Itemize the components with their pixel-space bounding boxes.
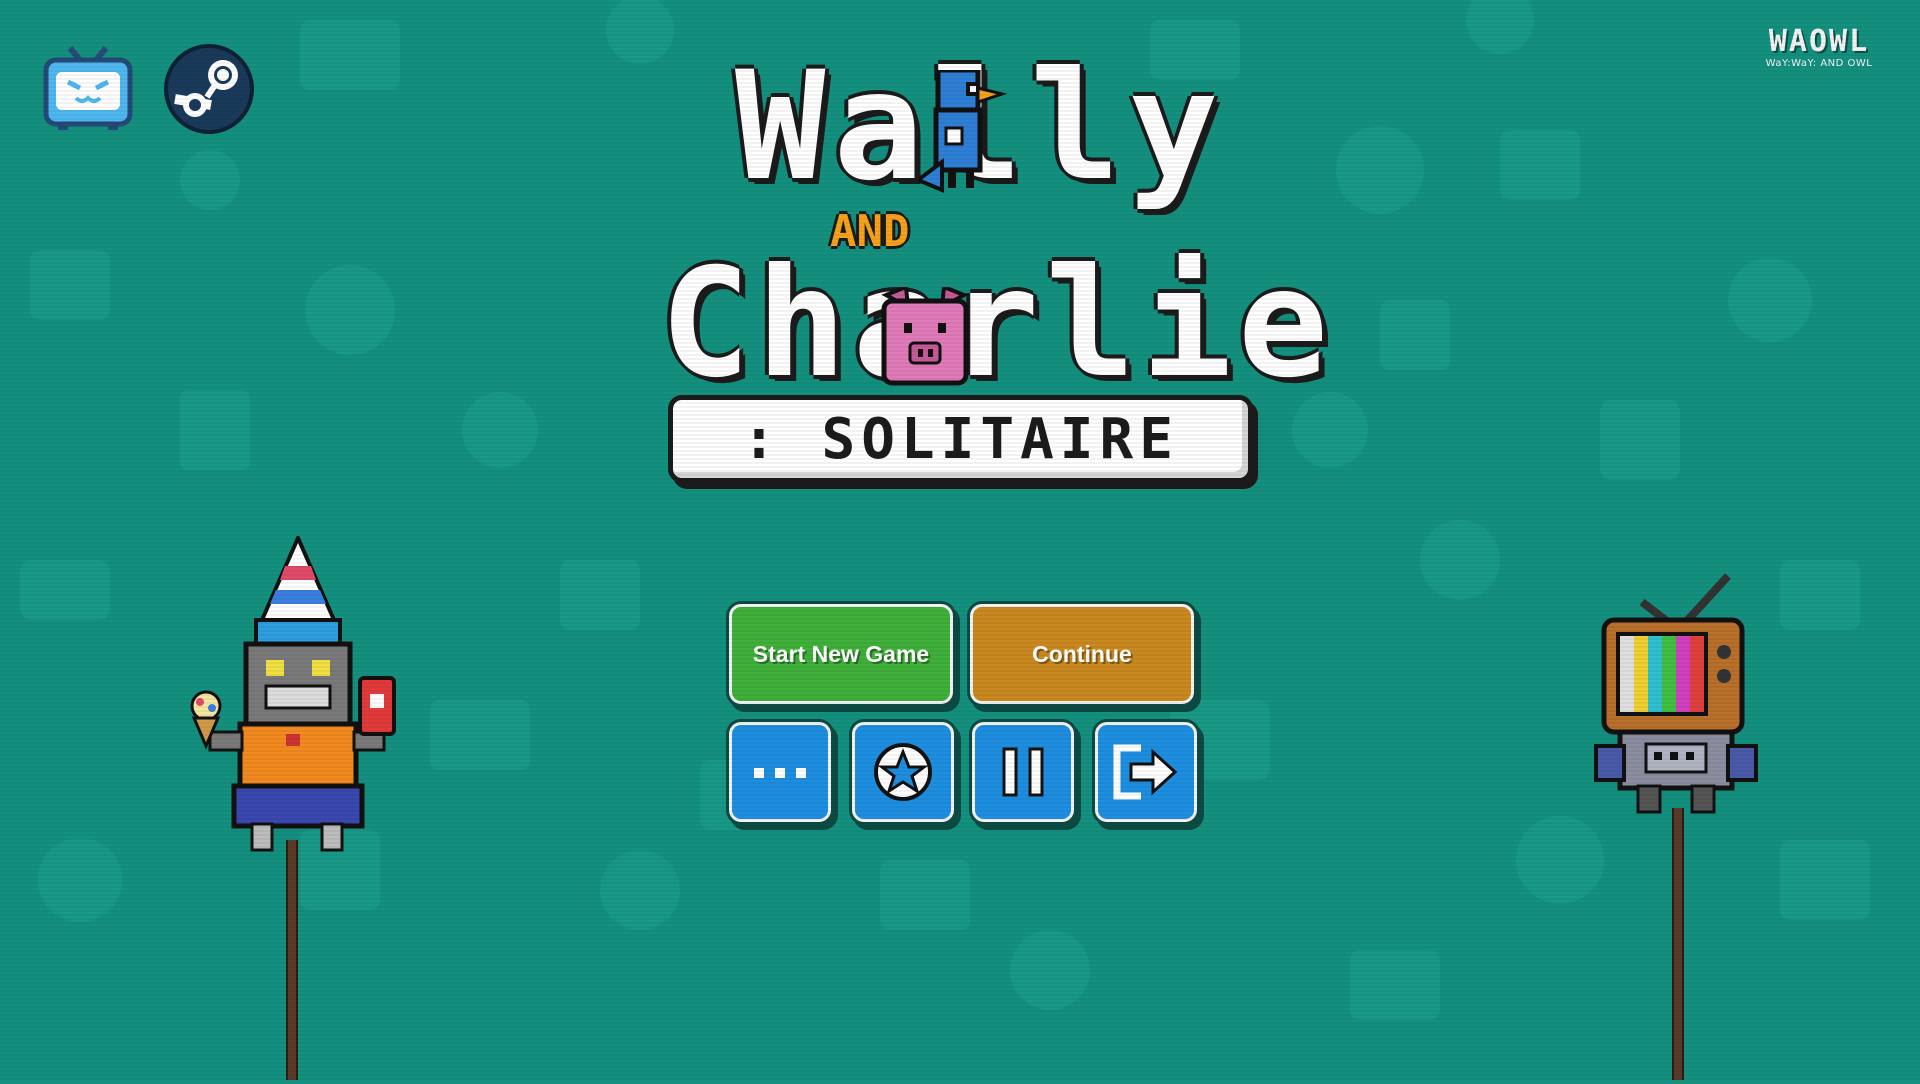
steam-icon[interactable]	[163, 43, 255, 135]
subtitle-banner: : SOLITAIRE	[668, 395, 1253, 483]
exit-button[interactable]	[1095, 722, 1197, 822]
tv-robot-character	[1594, 573, 1758, 814]
star-icon	[874, 743, 932, 801]
bilibili-icon[interactable]	[42, 44, 134, 132]
favorites-button[interactable]	[852, 722, 954, 822]
exit-icon	[1113, 744, 1178, 800]
studio-logo: WAOWL WaY:WaY: AND OWL	[1754, 26, 1884, 70]
more-options-button[interactable]	[729, 722, 831, 822]
title-charlie: Charlie	[660, 237, 1335, 411]
more-icon	[754, 768, 806, 778]
left-stick	[286, 840, 298, 1080]
continue-label: Continue	[1032, 640, 1132, 667]
studio-logo-tagline: WaY:WaY: AND OWL	[1765, 58, 1873, 69]
game-title: Wally AND Charlie : SOLITAIRE	[640, 52, 1328, 492]
party-robot-character	[190, 536, 396, 852]
start-new-game-button[interactable]: Start New Game	[729, 604, 953, 704]
start-new-game-label: Start New Game	[752, 640, 930, 667]
pause-button[interactable]	[972, 722, 1074, 822]
blue-bird-icon	[918, 70, 1008, 193]
right-stick	[1672, 808, 1684, 1080]
pink-pig-icon	[881, 287, 969, 386]
continue-button[interactable]: Continue	[970, 604, 1194, 704]
studio-logo-name: WAOWL	[1768, 24, 1870, 59]
pause-icon	[1002, 747, 1044, 797]
